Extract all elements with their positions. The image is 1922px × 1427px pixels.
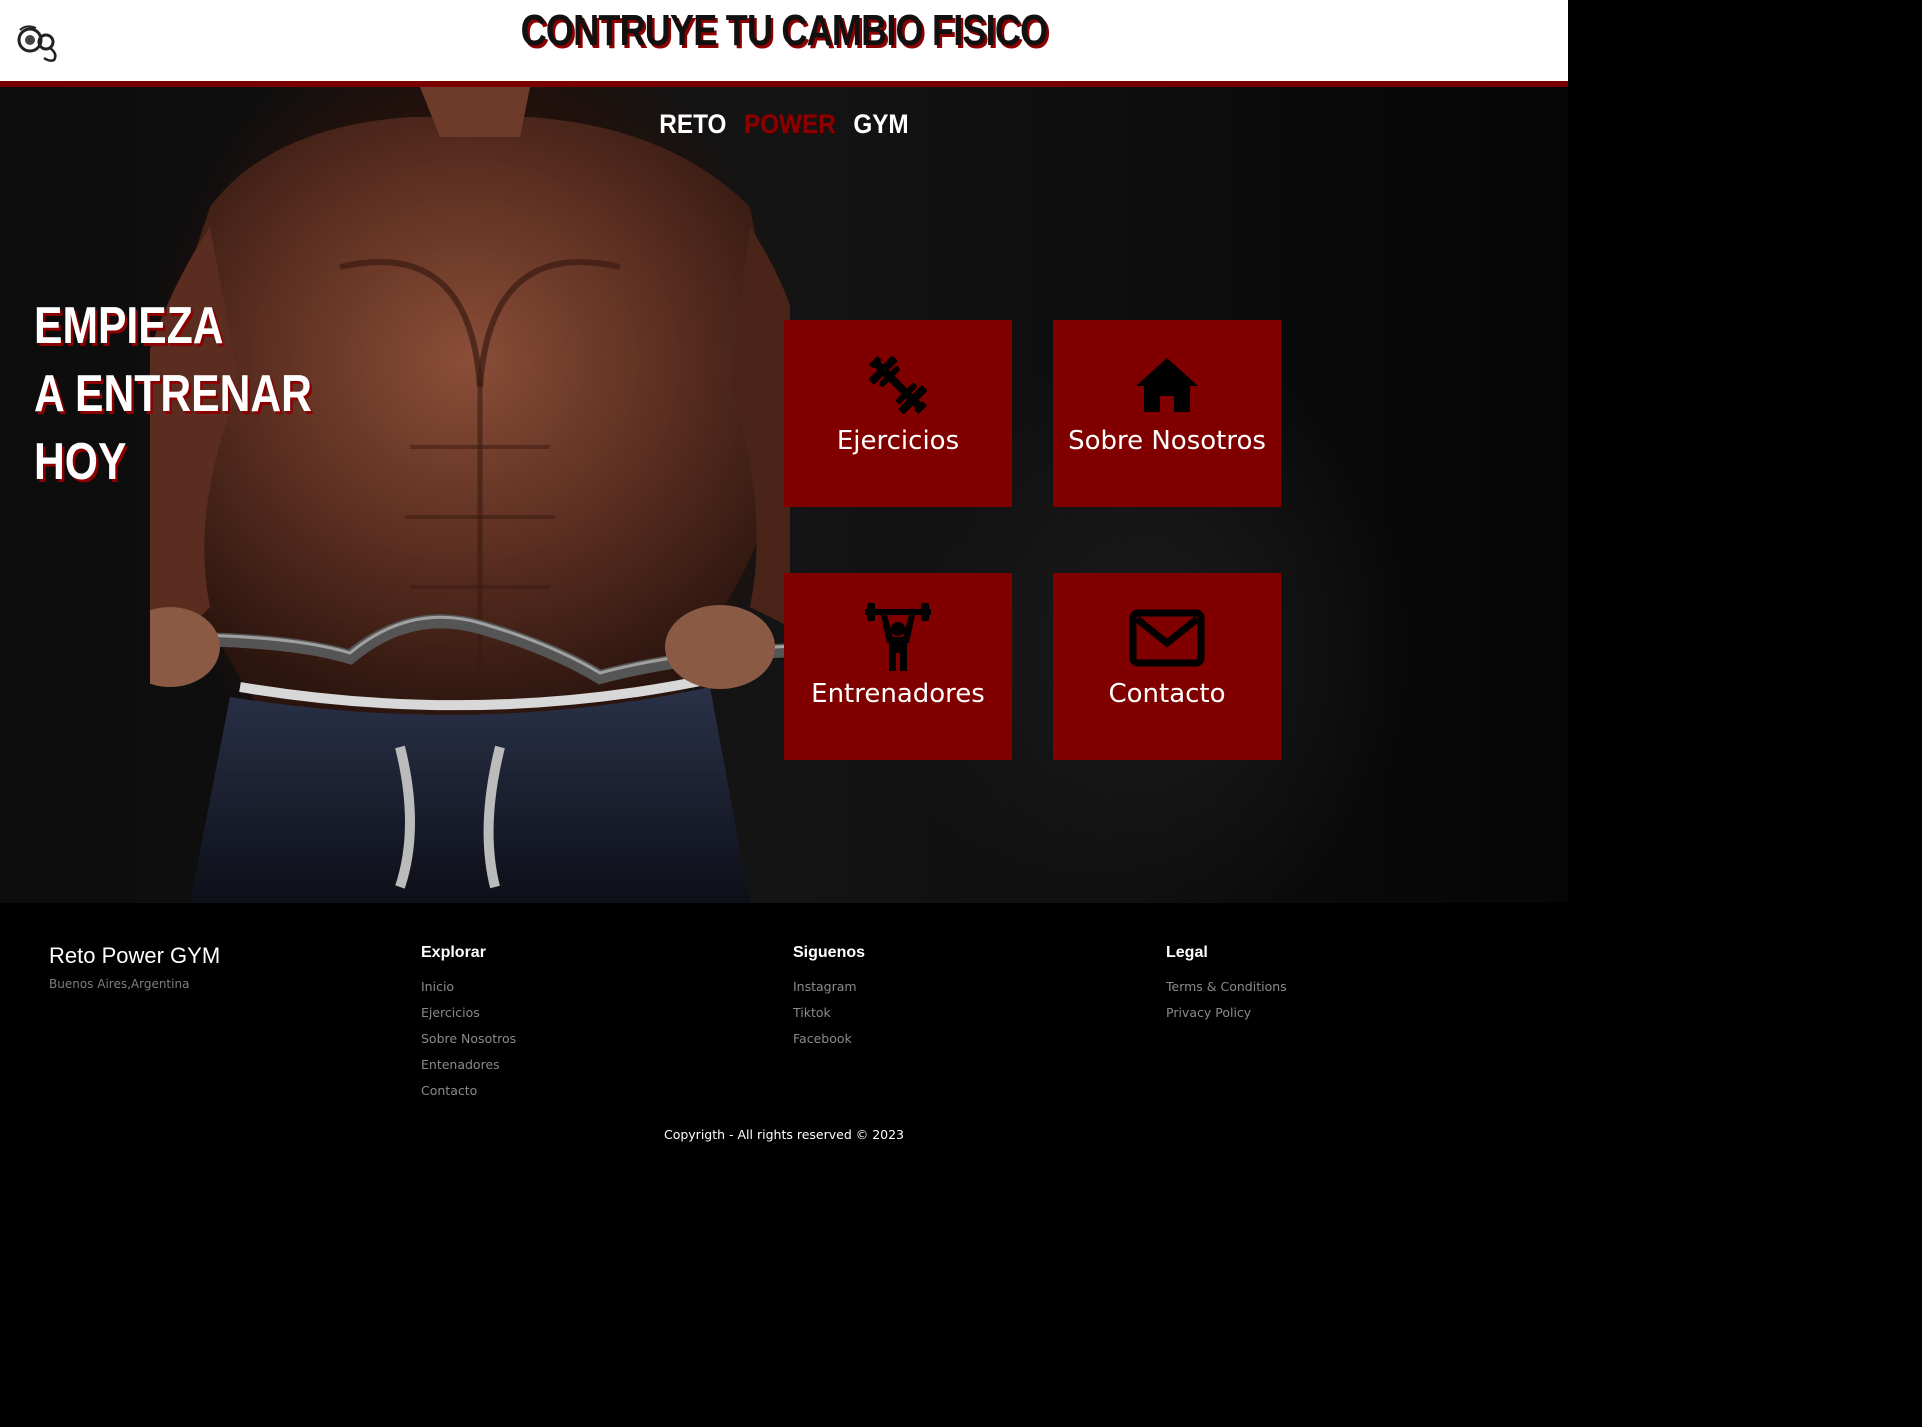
dumbbell-logo-icon[interactable] — [14, 20, 62, 64]
footer-brand-column: Reto Power GYM Buenos Aires,Argentina — [49, 943, 220, 991]
footer-location: Buenos Aires,Argentina — [49, 977, 190, 991]
brand-word-1: RETO — [659, 109, 727, 139]
brand-word-2: POWER — [743, 109, 836, 139]
footer-link-facebook[interactable]: Facebook — [793, 1026, 865, 1052]
footer-link-tiktok[interactable]: Tiktok — [793, 1000, 865, 1026]
weightlifter-icon — [784, 603, 1012, 673]
footer-link-entrenadores[interactable]: Entenadores — [421, 1052, 516, 1078]
footer-heading: Siguenos — [793, 944, 866, 961]
envelope-icon — [1053, 603, 1281, 673]
footer-heading: Legal — [1166, 944, 1208, 961]
brand-word-3: GYM — [853, 109, 909, 139]
dumbbell-icon — [784, 350, 1012, 420]
copyright: Copyrigth - All rights reserved © 2023 — [663, 1127, 905, 1142]
tile-label: Contacto — [1108, 679, 1226, 709]
tagline-line: EMPIEZA — [34, 297, 224, 355]
tile-sobre-nosotros[interactable]: Sobre Nosotros — [1053, 320, 1281, 507]
footer-link-inicio[interactable]: Inicio — [421, 974, 516, 1000]
tile-label: Sobre Nosotros — [1068, 426, 1266, 456]
site-header: CONTRUYE TU CAMBIO FISICO — [0, 0, 1568, 81]
tile-ejercicios[interactable]: Ejercicios — [784, 320, 1012, 507]
tile-label: Entrenadores — [811, 679, 985, 709]
footer-link-sobre-nosotros[interactable]: Sobre Nosotros — [421, 1026, 516, 1052]
tile-entrenadores[interactable]: Entrenadores — [784, 573, 1012, 760]
footer-link-terms[interactable]: Terms & Conditions — [1166, 974, 1287, 1000]
footer-heading: Explorar — [421, 944, 486, 961]
footer-brand: Reto Power GYM — [49, 943, 221, 968]
page-title: CONTRUYE TU CAMBIO FISICO — [520, 6, 1049, 55]
hero-tagline: EMPIEZA A ENTRENAR HOY — [34, 292, 312, 496]
brand-wordmark: RETO POWER GYM — [78, 109, 1489, 140]
footer-legal-column: Legal Terms & Conditions Privacy Policy — [1166, 944, 1287, 1026]
footer-link-privacy[interactable]: Privacy Policy — [1166, 1000, 1287, 1026]
home-icon — [1053, 350, 1281, 420]
footer-follow-column: Siguenos Instagram Tiktok Facebook — [793, 944, 865, 1052]
hero-section: RETO POWER GYM EMPIEZA A ENTRENAR HOY Ej — [0, 87, 1568, 903]
footer-link-contacto[interactable]: Contacto — [421, 1078, 516, 1104]
tile-contacto[interactable]: Contacto — [1053, 573, 1281, 760]
footer-explore-column: Explorar Inicio Ejercicios Sobre Nosotro… — [421, 944, 516, 1104]
site-footer: Reto Power GYM Buenos Aires,Argentina Ex… — [0, 903, 1568, 1164]
tagline-line: A ENTRENAR — [34, 365, 312, 423]
tagline-line: HOY — [34, 433, 127, 491]
tile-label: Ejercicios — [836, 426, 960, 456]
footer-link-instagram[interactable]: Instagram — [793, 974, 865, 1000]
footer-link-ejercicios[interactable]: Ejercicios — [421, 1000, 516, 1026]
